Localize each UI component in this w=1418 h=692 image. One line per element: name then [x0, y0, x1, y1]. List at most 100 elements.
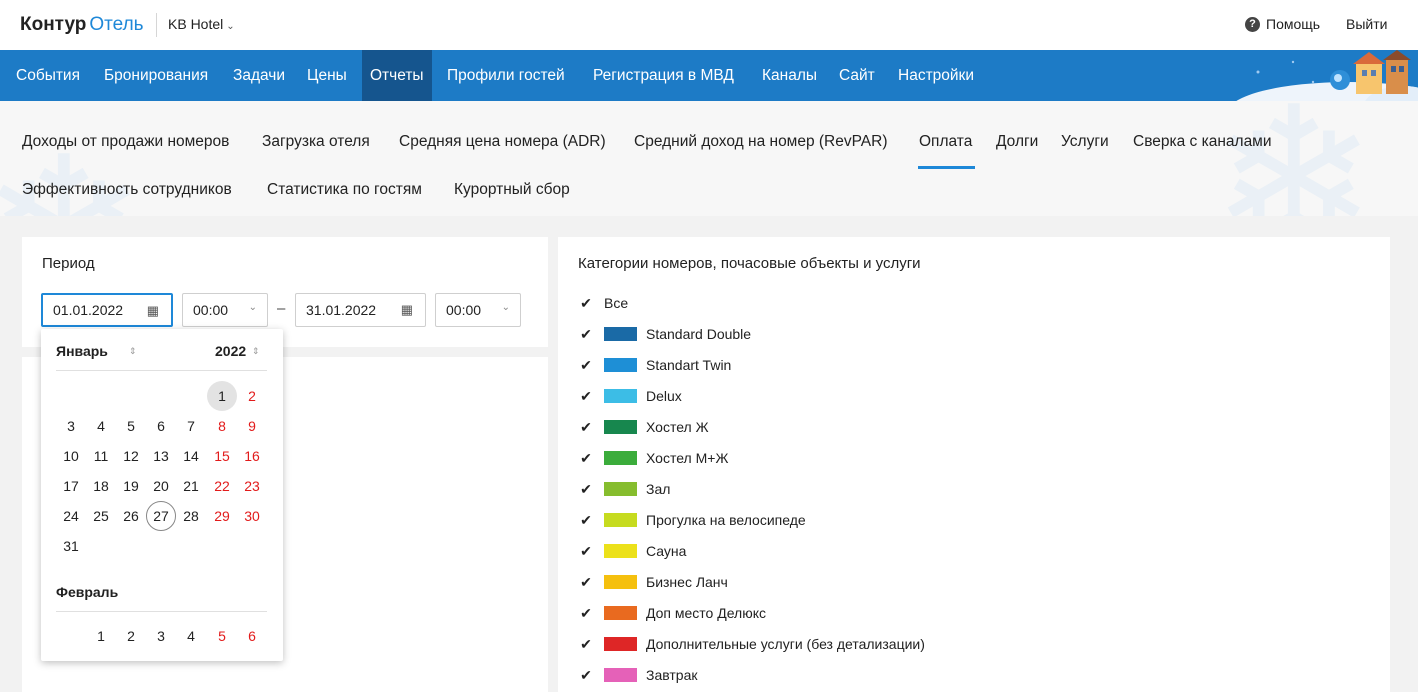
calendar-day[interactable]: 9: [237, 411, 267, 441]
logo-primary: Контур: [20, 14, 87, 35]
tab-channel-reconciliation[interactable]: Сверка с каналами: [1133, 133, 1272, 151]
calendar-day[interactable]: 30: [237, 501, 267, 531]
calendar-day[interactable]: 20: [146, 471, 176, 501]
tab-room-revenue[interactable]: Доходы от продажи номеров: [22, 133, 229, 151]
tab-occupancy[interactable]: Загрузка отеля: [262, 133, 370, 151]
calendar-day[interactable]: 4: [176, 621, 206, 651]
color-swatch: [604, 327, 637, 341]
calendar-day[interactable]: 26: [116, 501, 146, 531]
calendar-day[interactable]: 23: [237, 471, 267, 501]
category-checkbox[interactable]: ✔ Бизнес Ланч: [578, 571, 728, 593]
calendar-day[interactable]: 3: [146, 621, 176, 651]
color-swatch: [604, 389, 637, 403]
logout-link[interactable]: Выйти: [1346, 16, 1387, 32]
category-checkbox[interactable]: ✔ Сауна: [578, 540, 686, 562]
calendar-day[interactable]: 11: [86, 441, 116, 471]
time-to-select[interactable]: 00:00 ⌄: [435, 293, 521, 327]
nav-item-events[interactable]: События: [8, 50, 88, 101]
calendar-day-today[interactable]: 27: [146, 501, 176, 531]
main-nav: События Бронирования Задачи Цены Отчеты …: [0, 50, 1418, 101]
period-separator: –: [277, 300, 286, 317]
category-checkbox[interactable]: ✔ Доп место Делюкс: [578, 602, 766, 624]
category-checkbox[interactable]: ✔ Standard Double: [578, 323, 751, 345]
calendar-day[interactable]: 2: [237, 381, 267, 411]
tab-payment[interactable]: Оплата: [919, 133, 972, 151]
nav-item-bookings[interactable]: Бронирования: [96, 50, 216, 101]
active-tab-indicator: [918, 166, 975, 169]
category-checkbox[interactable]: ✔ Дополнительные услуги (без детализации…: [578, 633, 925, 655]
category-label: Delux: [646, 388, 682, 404]
year-select[interactable]: 2022: [215, 343, 246, 359]
report-tabs: ❄ ❄ Доходы от продажи номеров Загрузка о…: [0, 101, 1418, 216]
tab-services[interactable]: Услуги: [1061, 133, 1109, 151]
calendar-day[interactable]: 12: [116, 441, 146, 471]
chevron-down-icon: ⌄: [248, 302, 257, 313]
calendar-day[interactable]: 6: [146, 411, 176, 441]
calendar-day[interactable]: 10: [56, 441, 86, 471]
calendar-day[interactable]: 3: [56, 411, 86, 441]
calendar-day[interactable]: 5: [207, 621, 237, 651]
date-to-input[interactable]: 31.01.2022 ▦: [295, 293, 426, 327]
category-checkbox-all[interactable]: ✔ Все: [578, 292, 628, 314]
category-checkbox[interactable]: ✔ Standart Twin: [578, 354, 731, 376]
nav-item-guest-profiles[interactable]: Профили гостей: [439, 50, 573, 101]
calendar-day[interactable]: 22: [207, 471, 237, 501]
tab-adr[interactable]: Средняя цена номера (ADR): [399, 133, 606, 151]
calendar-day[interactable]: 31: [56, 531, 86, 561]
calendar-day[interactable]: 25: [86, 501, 116, 531]
nav-item-reports[interactable]: Отчеты: [362, 50, 432, 101]
time-from-select[interactable]: 00:00 ⌄: [182, 293, 268, 327]
calendar-day[interactable]: 28: [176, 501, 206, 531]
category-checkbox[interactable]: ✔ Delux: [578, 385, 682, 407]
tab-revpar[interactable]: Средний доход на номер (RevPAR): [634, 133, 888, 151]
calendar-day[interactable]: 14: [176, 441, 206, 471]
date-from-value: 01.01.2022: [53, 302, 124, 318]
calendar-day[interactable]: 4: [86, 411, 116, 441]
date-from-input[interactable]: 01.01.2022 ▦: [41, 293, 173, 327]
month-select[interactable]: Январь: [56, 343, 108, 359]
calendar-day[interactable]: 24: [56, 501, 86, 531]
calendar-day[interactable]: 21: [176, 471, 206, 501]
checkmark-icon: ✔: [580, 605, 592, 621]
app-logo[interactable]: Контур Отель: [20, 14, 144, 36]
nav-item-mvd-registration[interactable]: Регистрация в МВД: [585, 50, 742, 101]
help-link[interactable]: ? Помощь: [1245, 16, 1320, 32]
category-checkbox[interactable]: ✔ Хостел М+Ж: [578, 447, 728, 469]
calendar-day[interactable]: 1: [86, 621, 116, 651]
year-switch-icon[interactable]: ⇕: [252, 346, 260, 357]
category-checkbox[interactable]: ✔ Завтрак: [578, 664, 697, 686]
calendar-day[interactable]: 29: [207, 501, 237, 531]
calendar-day[interactable]: 8: [207, 411, 237, 441]
calendar-day[interactable]: 6: [237, 621, 267, 651]
calendar-day[interactable]: 15: [207, 441, 237, 471]
nav-item-prices[interactable]: Цены: [299, 50, 355, 101]
calendar-day[interactable]: 17: [56, 471, 86, 501]
month-divider: [56, 370, 267, 371]
month-switch-icon[interactable]: ⇕: [129, 346, 137, 357]
calendar-day[interactable]: 13: [146, 441, 176, 471]
calendar-day[interactable]: 2: [116, 621, 146, 651]
calendar-day[interactable]: 7: [176, 411, 206, 441]
month-divider: [56, 611, 267, 612]
category-checkbox[interactable]: ✔ Хостел Ж: [578, 416, 708, 438]
tab-guest-statistics[interactable]: Статистика по гостям: [267, 181, 422, 199]
category-checkbox[interactable]: ✔ Прогулка на велосипеде: [578, 509, 806, 531]
tab-resort-fee[interactable]: Курортный сбор: [454, 181, 570, 199]
color-swatch: [604, 575, 637, 589]
calendar-day[interactable]: 16: [237, 441, 267, 471]
hotel-selector[interactable]: KB Hotel ⌄: [168, 16, 235, 32]
nav-item-tasks[interactable]: Задачи: [225, 50, 293, 101]
category-checkbox[interactable]: ✔ Зал: [578, 478, 670, 500]
calendar-day[interactable]: 19: [116, 471, 146, 501]
calendar-day[interactable]: 5: [116, 411, 146, 441]
color-swatch: [604, 606, 637, 620]
tab-debts[interactable]: Долги: [996, 133, 1038, 151]
nav-item-settings[interactable]: Настройки: [890, 50, 982, 101]
color-swatch: [604, 513, 637, 527]
nav-item-channels[interactable]: Каналы: [754, 50, 825, 101]
help-icon: ?: [1245, 16, 1260, 32]
tab-staff-efficiency[interactable]: Эффективность сотрудников: [22, 181, 232, 199]
nav-item-site[interactable]: Сайт: [831, 50, 883, 101]
calendar-day[interactable]: 1: [207, 381, 237, 411]
calendar-day[interactable]: 18: [86, 471, 116, 501]
